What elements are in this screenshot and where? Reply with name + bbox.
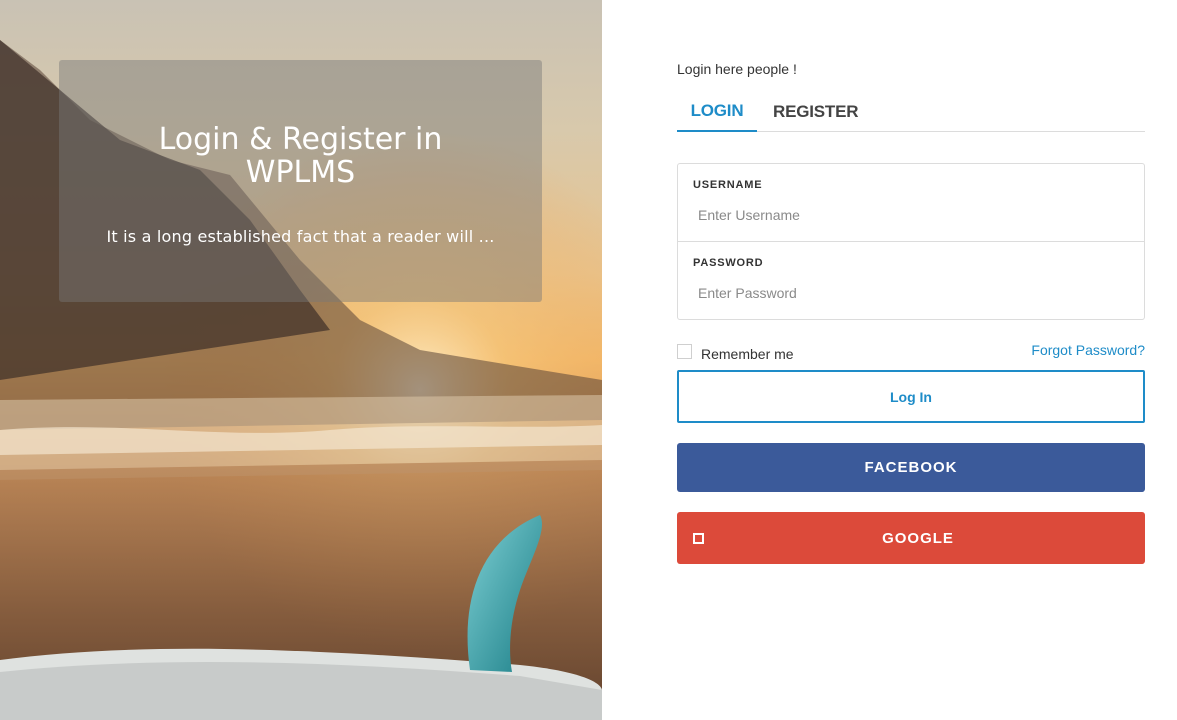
- username-field: USERNAME: [678, 164, 1144, 242]
- google-icon: [693, 533, 704, 544]
- remember-me-row: Remember me: [677, 340, 794, 362]
- password-input[interactable]: [693, 280, 1123, 306]
- hero-title: Login & Register in WPLMS: [158, 122, 443, 190]
- tab-register[interactable]: REGISTER: [773, 96, 859, 132]
- facebook-login-button[interactable]: FACEBOOK: [677, 443, 1145, 492]
- remember-me-checkbox[interactable]: [677, 343, 692, 359]
- login-button[interactable]: Log In: [677, 370, 1145, 423]
- remember-me-label[interactable]: Remember me: [701, 346, 794, 362]
- password-label: PASSWORD: [693, 257, 764, 269]
- hero-description: It is a long established fact that a rea…: [106, 227, 495, 246]
- credentials-group: USERNAME PASSWORD: [677, 163, 1145, 320]
- google-login-button[interactable]: GOOGLE: [677, 512, 1145, 564]
- hero-image-panel: Login & Register in WPLMS It is a long e…: [0, 0, 602, 720]
- tab-login[interactable]: LOGIN: [677, 96, 757, 132]
- username-label: USERNAME: [693, 179, 763, 191]
- hero-card: Login & Register in WPLMS It is a long e…: [59, 60, 542, 302]
- auth-tabs: LOGIN REGISTER: [677, 96, 1145, 132]
- google-button-label: GOOGLE: [882, 529, 954, 547]
- username-input[interactable]: [693, 202, 1123, 228]
- forgot-password-link[interactable]: Forgot Password?: [1031, 342, 1145, 358]
- login-intro-text: Login here people !: [677, 61, 797, 77]
- password-field: PASSWORD: [678, 242, 1144, 320]
